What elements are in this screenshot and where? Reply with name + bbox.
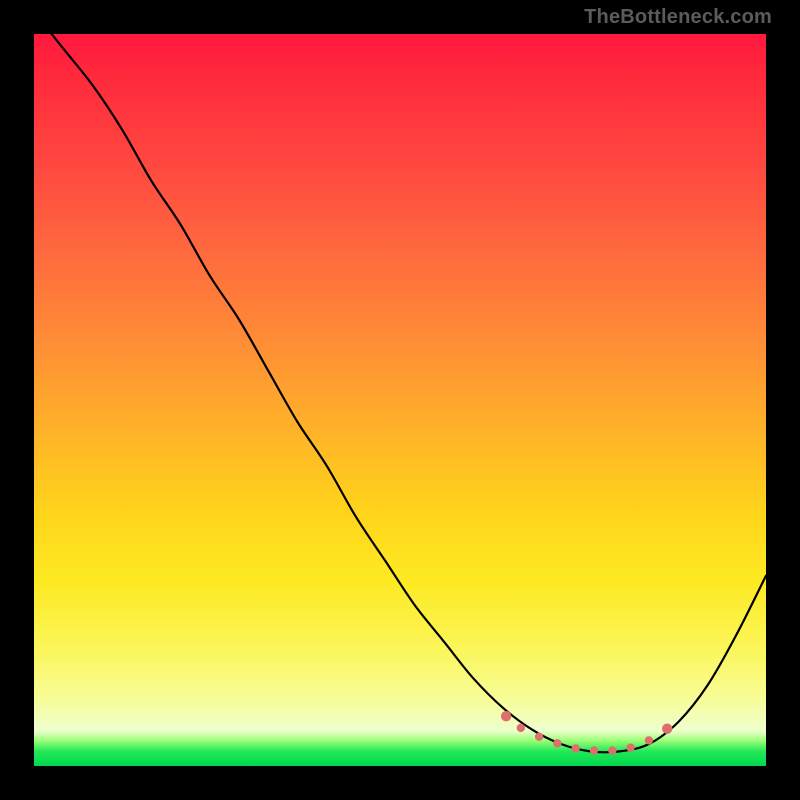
plot-area: [34, 34, 766, 766]
valley-marker: [608, 746, 616, 754]
valley-markers: [501, 711, 673, 755]
valley-marker: [626, 744, 634, 752]
valley-marker: [535, 733, 543, 741]
watermark-text: TheBottleneck.com: [584, 6, 772, 29]
valley-marker: [553, 739, 561, 747]
bottleneck-curve: [34, 12, 766, 752]
curve-svg: [34, 34, 766, 766]
valley-marker: [662, 724, 672, 734]
valley-marker: [517, 724, 525, 732]
valley-marker: [572, 744, 580, 752]
valley-marker: [590, 746, 598, 754]
valley-marker: [645, 736, 653, 744]
valley-marker: [501, 711, 511, 721]
chart-frame: TheBottleneck.com: [0, 0, 800, 800]
